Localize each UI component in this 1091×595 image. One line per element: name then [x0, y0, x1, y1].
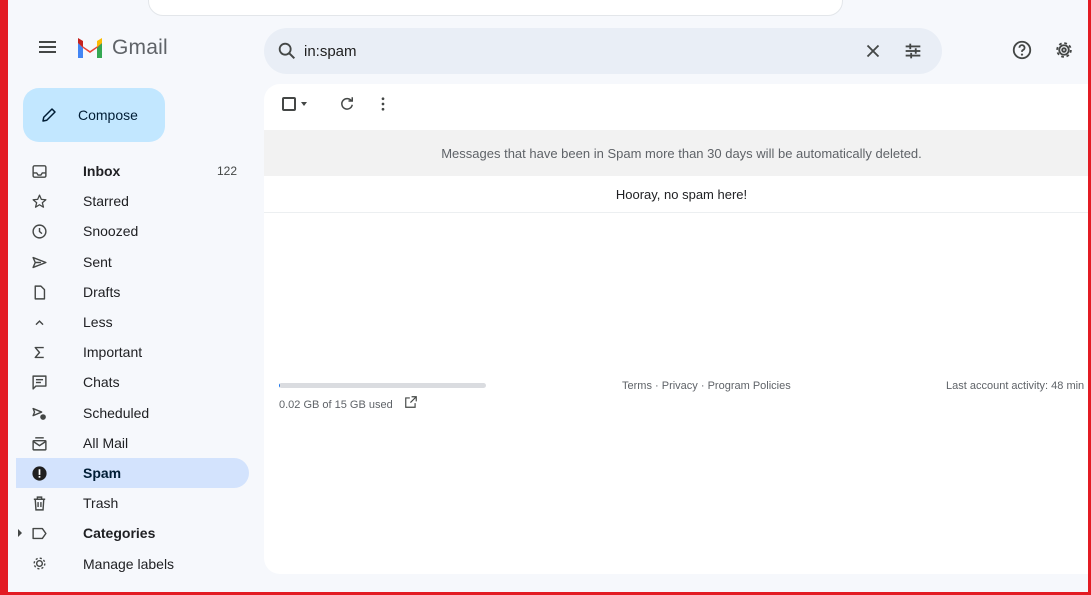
all-mail-icon [32, 436, 47, 451]
terms-link[interactable]: Terms [622, 380, 652, 392]
sidebar-item-label: Less [83, 314, 113, 331]
sidebar-item-less[interactable]: Less [16, 307, 249, 337]
top-strip [8, 0, 1088, 20]
privacy-link[interactable]: Privacy [662, 380, 698, 392]
expand-caret-icon[interactable] [18, 529, 22, 538]
scheduled-send-icon [32, 407, 46, 420]
sidebar-item-scheduled[interactable]: Scheduled [16, 398, 249, 428]
menu-icon [39, 41, 56, 43]
gmail-m-icon [78, 38, 102, 58]
sidebar-item-all-mail[interactable]: All Mail [16, 428, 249, 458]
compose-label: Compose [78, 107, 138, 123]
search-bar[interactable] [264, 28, 942, 74]
sidebar-item-label: Scheduled [83, 404, 150, 421]
link-separator: · [651, 380, 662, 392]
gmail-logo[interactable]: Gmail [76, 36, 168, 60]
sidebar-item-sent[interactable]: Sent [16, 247, 249, 277]
draft-icon [34, 285, 46, 300]
gear-icon [33, 557, 46, 570]
sidebar-item-label: Chats [83, 374, 120, 391]
link-separator: · [697, 380, 708, 392]
send-icon [32, 256, 47, 268]
sidebar-item-label: Categories [83, 525, 156, 542]
select-all-checkbox[interactable] [282, 97, 296, 111]
sidebar-item-snoozed[interactable]: Snoozed [16, 216, 249, 246]
sidebar-item-label: Sent [83, 253, 112, 270]
clear-search-icon[interactable] [862, 40, 884, 62]
sidebar-nav: Inbox 122 Starred Snoozed Sent Drafts Le… [16, 156, 249, 579]
help-icon[interactable] [1011, 39, 1033, 61]
sidebar-item-spam[interactable]: Spam [16, 457, 249, 489]
inbox-icon [32, 165, 47, 178]
more-options-icon[interactable] [374, 95, 392, 113]
sidebar-item-label: Snoozed [83, 223, 139, 240]
sidebar-item-starred[interactable]: Starred [16, 186, 249, 216]
app-frame: Gmail Compose [0, 0, 1091, 595]
sidebar-item-inbox[interactable]: Inbox 122 [16, 156, 249, 186]
chat-icon [32, 375, 47, 390]
spam-icon [32, 466, 47, 481]
open-in-new-icon[interactable] [404, 395, 418, 409]
pencil-icon [42, 108, 56, 122]
sidebar-item-label: Spam [83, 464, 122, 481]
important-icon [34, 346, 44, 359]
search-options-icon[interactable] [902, 40, 924, 62]
sidebar-item-label: Trash [83, 495, 119, 512]
storage-usage-bar [279, 383, 486, 388]
trash-icon [33, 496, 46, 511]
select-dropdown-icon[interactable] [301, 102, 307, 106]
sidebar-item-label: Starred [83, 193, 129, 210]
sidebar-item-drafts[interactable]: Drafts [16, 277, 249, 307]
app-name: Gmail [112, 36, 168, 59]
search-icon[interactable] [276, 40, 298, 62]
main-menu-button[interactable] [36, 38, 60, 62]
empty-state-message: Hooray, no spam here! [264, 176, 1088, 213]
sidebar-item-label: All Mail [83, 434, 129, 451]
clock-icon [32, 224, 47, 239]
storage-usage-text: 0.02 GB of 15 GB used [279, 399, 393, 411]
sidebar-item-important[interactable]: Important [16, 337, 249, 367]
sidebar-item-categories[interactable]: Categories [16, 518, 249, 548]
message-toolbar [264, 84, 1088, 124]
refresh-icon[interactable] [338, 95, 356, 113]
sidebar-item-label: Inbox [83, 163, 121, 180]
sidebar-item-label: Drafts [83, 283, 121, 300]
sidebar-item-manage-labels[interactable]: Manage labels [16, 548, 249, 578]
search-input[interactable] [304, 38, 824, 64]
sidebar-item-trash[interactable]: Trash [16, 488, 249, 518]
sidebar-item-label: Manage labels [83, 555, 175, 572]
chevron-up-icon [35, 320, 44, 326]
label-icon [32, 528, 47, 540]
program-policies-link[interactable]: Program Policies [708, 380, 791, 392]
sidebar-item-label: Important [83, 344, 143, 361]
unread-count: 122 [216, 164, 237, 179]
last-account-activity: Last account activity: 48 min [946, 380, 1085, 392]
compose-button[interactable]: Compose [23, 88, 165, 142]
browser-bar [148, 0, 843, 16]
message-list-panel: Messages that have been in Spam more tha… [264, 84, 1088, 574]
spam-retention-notice: Messages that have been in Spam more tha… [264, 130, 1088, 176]
footer-links: Terms · Privacy · Program Policies [622, 380, 791, 392]
settings-gear-icon[interactable] [1053, 39, 1075, 61]
sidebar-item-chats[interactable]: Chats [16, 367, 249, 397]
star-icon [32, 194, 47, 208]
